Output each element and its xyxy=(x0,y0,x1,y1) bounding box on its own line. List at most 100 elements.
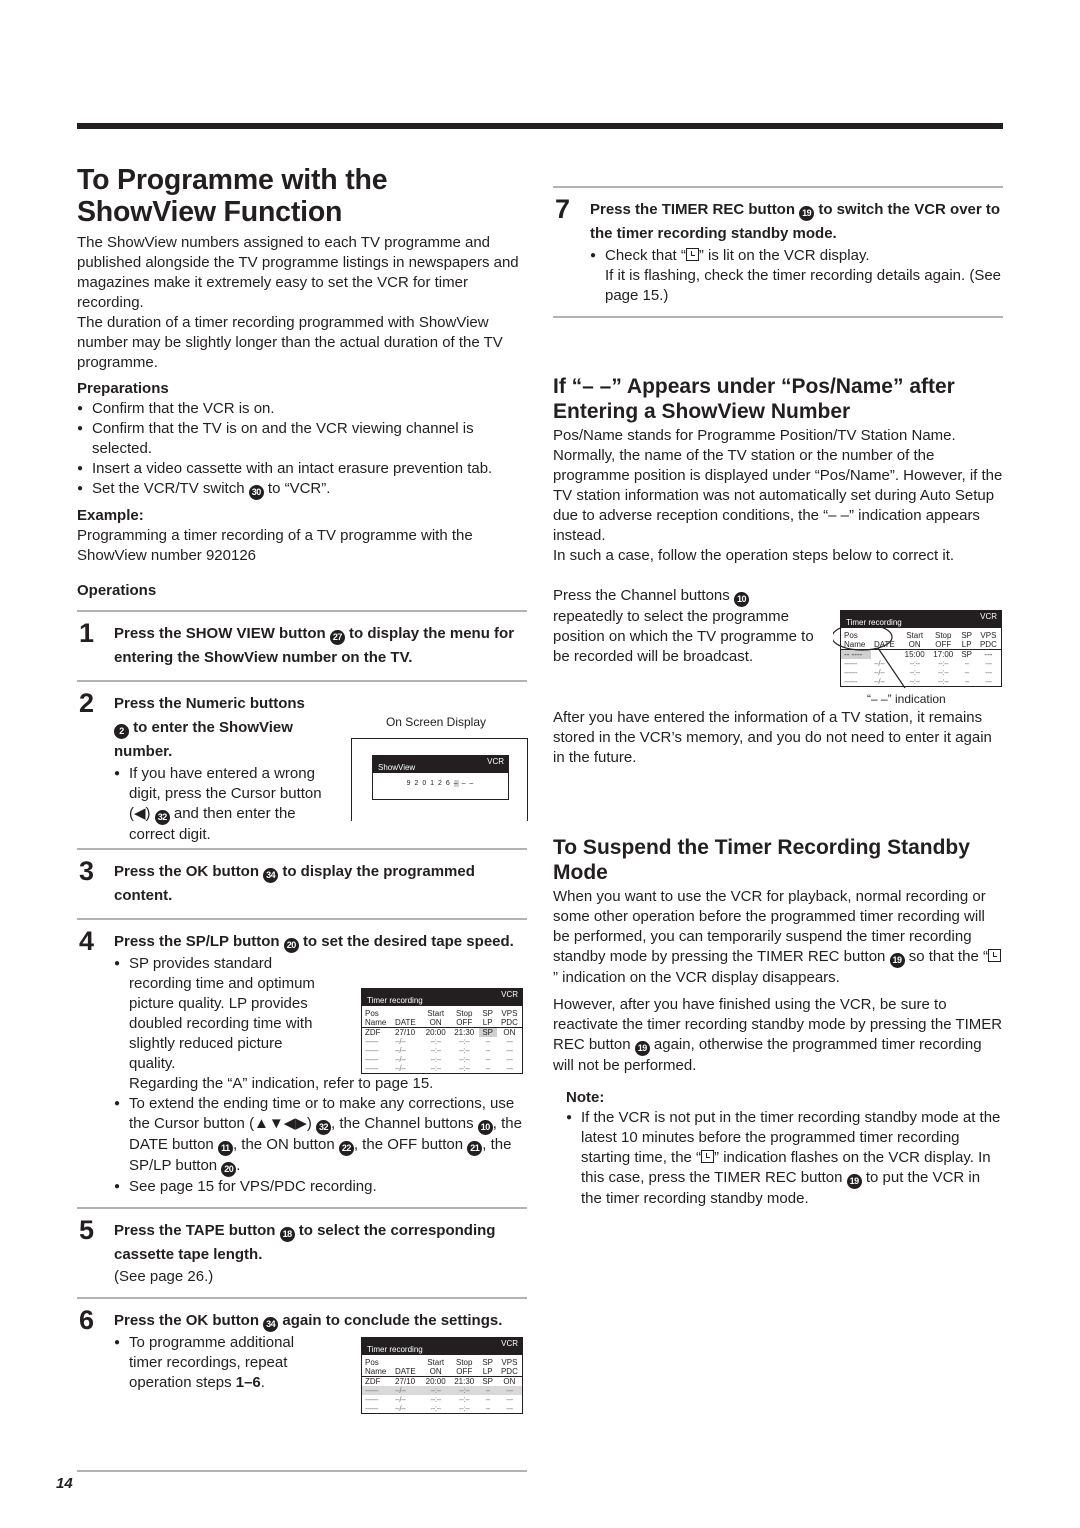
showview-osd: ShowView VCR 9 2 0 1 2 6 – – – xyxy=(372,755,509,800)
table-cell: 21:30 xyxy=(454,1028,475,1037)
table-cell: PDC xyxy=(496,1018,522,1028)
table-cell: -- xyxy=(478,1386,497,1395)
step-text: Press the OK button xyxy=(114,1312,260,1329)
table-header-row: Pos Start Stop SP VPS xyxy=(362,1009,522,1018)
table-cell xyxy=(392,1009,421,1018)
table-cell: DATE xyxy=(392,1367,422,1377)
table-row: ------ --/-- --:-- --:-- -- --- xyxy=(362,1395,522,1404)
step-text: Press the SP/LP button xyxy=(114,933,280,950)
footer-rule xyxy=(77,1470,527,1472)
table-cell: Stop xyxy=(456,1009,473,1018)
table-row: ------ --/-- --:-- --:-- -- --- xyxy=(362,1037,522,1046)
preparations-heading: Preparations xyxy=(77,380,169,397)
table-header-row: Name DATE ON OFF LP PDC xyxy=(362,1018,522,1028)
posname-heading: If “– –” Appears under “Pos/Name” after … xyxy=(553,375,955,423)
ref-number-icon: 19 xyxy=(846,1174,862,1189)
timer-table: Pos Start Stop SP VPS Name DATE ON OFF LP PDC ZDF 27… xyxy=(362,1358,522,1413)
entered-digits: 9 2 0 1 2 6 xyxy=(406,780,451,787)
divider xyxy=(77,918,527,920)
ref-number-icon: 18 xyxy=(279,1227,295,1242)
step-4: 4 Press the SP/LP button 20 to set the d… xyxy=(77,926,527,1197)
table-cell: SP xyxy=(482,1009,494,1018)
timer-clock-icon xyxy=(987,949,1001,962)
table-cell: ------ xyxy=(365,1395,378,1404)
table-cell: --- xyxy=(984,650,993,659)
table-cell: VPS xyxy=(501,1358,518,1367)
note-box: Note: If the VCR is not put in the timer… xyxy=(553,1088,1003,1209)
table-header-row: Name DATE ON OFF LP PDC xyxy=(362,1367,522,1377)
step-3: 3 Press the OK button 34 to display the … xyxy=(77,856,527,908)
table-cell: VPS xyxy=(501,1009,518,1018)
step-2: 2 Press the Numeric buttons 2 to enter t… xyxy=(77,688,528,843)
bullet-text: , the Channel buttons xyxy=(331,1115,474,1132)
table-cell: LP xyxy=(478,1367,497,1377)
example-heading: Example: xyxy=(77,507,144,524)
table-cell: --- xyxy=(506,1064,513,1073)
table-cell: --:-- xyxy=(459,1064,470,1073)
divider xyxy=(77,848,527,850)
table-cell: -- xyxy=(485,1055,491,1064)
table-cell: 27/10 xyxy=(395,1028,416,1037)
table-row: ------ --/-- --:-- --:-- -- --- xyxy=(362,1046,522,1055)
ref-number-icon: 34 xyxy=(263,868,279,883)
bullet-text: , the OFF button xyxy=(353,1136,464,1153)
step-title: Press the Numeric buttons 2 to enter the… xyxy=(114,692,324,764)
table-cell: --/-- xyxy=(395,1037,406,1046)
header-rule xyxy=(77,123,1003,129)
table-cell: --/-- xyxy=(395,1395,406,1404)
table-cell: --:-- xyxy=(449,1386,479,1395)
step-title: Press the SP/LP button 20 to set the des… xyxy=(114,930,527,954)
timer-table: Pos Start Stop SP VPS Name DATE ON OFF LP PDC ZDF 27… xyxy=(362,1009,522,1073)
table-cell: --:-- xyxy=(430,1395,441,1404)
divider xyxy=(77,1207,527,1209)
table-cell: ------ xyxy=(362,1386,393,1395)
table-cell: SP xyxy=(961,650,973,659)
osd-caption: On Screen Display xyxy=(385,715,487,729)
table-cell: ON xyxy=(421,1367,450,1377)
step-title: Press the TAPE button 18 to select the c… xyxy=(114,1219,527,1267)
ref-number-icon: 10 xyxy=(477,1120,493,1135)
entry-cursor: – xyxy=(453,780,459,787)
ref-number-icon: 27 xyxy=(329,630,345,645)
table-header-row: Pos Start Stop SP VPS xyxy=(362,1358,522,1367)
table-cell: PDC xyxy=(496,1367,522,1377)
timer-clock-icon xyxy=(701,1150,715,1163)
prep-item: Confirm that the VCR is on. xyxy=(77,399,527,419)
step-text: Press the TAPE button xyxy=(114,1222,276,1239)
step-5: 5 Press the TAPE button 18 to select the… xyxy=(77,1215,527,1287)
table-cell: --- xyxy=(985,668,992,677)
showview-number-entry: 9 2 0 1 2 6 – – – xyxy=(373,779,508,788)
ref-number-icon: 21 xyxy=(467,1141,483,1156)
page-title: To Programme with the ShowView Function xyxy=(77,164,527,228)
table-cell: --:-- xyxy=(459,1037,470,1046)
step-extra: (See page 26.) xyxy=(114,1268,214,1285)
step-bullet: Check that “ ” is lit on the VCR display. xyxy=(590,246,1003,266)
step-number: 4 xyxy=(79,926,95,956)
step-7: 7 Press the TIMER REC button 19 to switc… xyxy=(553,194,1003,306)
step-bullet: To extend the ending time or to make any… xyxy=(114,1094,527,1177)
step-text: Press the TIMER REC button xyxy=(590,201,796,218)
ref-number-icon: 10 xyxy=(733,592,749,607)
suspend-heading: To Suspend the Timer Recording Standby M… xyxy=(553,836,970,884)
ref-number-icon: 2 xyxy=(114,724,129,739)
suspend-body: When you want to use the VCR for playbac… xyxy=(553,887,1003,988)
step-text: Press the SHOW VIEW button xyxy=(114,625,326,642)
table-cell: -- xyxy=(485,1037,491,1046)
prep-item: Confirm that the TV is on and the VCR vi… xyxy=(77,419,527,459)
osd-source: VCR xyxy=(501,990,518,999)
table-cell: Start xyxy=(427,1009,445,1018)
prep-text: to “VCR”. xyxy=(267,480,331,497)
ref-number-icon: 11 xyxy=(217,1141,233,1156)
table-cell: LP xyxy=(957,640,976,650)
step-number: 2 xyxy=(79,688,95,718)
table-cell: SP xyxy=(961,631,973,640)
table-cell: --/-- xyxy=(395,1046,406,1055)
table-cell: --:-- xyxy=(430,1046,441,1055)
table-cell: VPS xyxy=(980,631,997,640)
table-cell: Pos xyxy=(365,1358,379,1367)
table-cell: 20:00 xyxy=(425,1028,446,1037)
bullet-text: Check that “ xyxy=(605,247,686,264)
osd-source: VCR xyxy=(501,1339,518,1348)
table-cell: --:-- xyxy=(430,1055,441,1064)
table-cell: -- xyxy=(485,1404,491,1413)
